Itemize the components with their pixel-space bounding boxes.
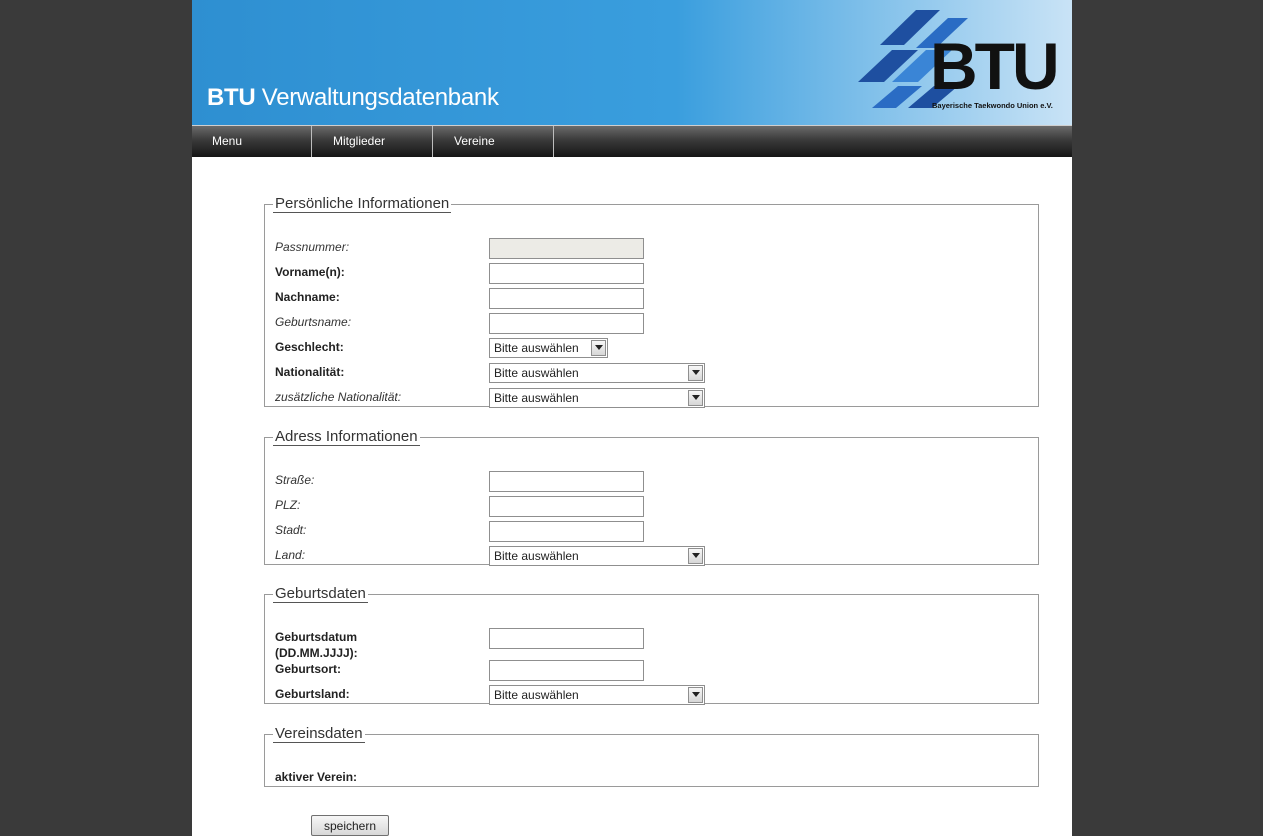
label-geschlecht: Geschlecht:: [275, 340, 344, 354]
label-geburtsort: Geburtsort:: [275, 662, 341, 676]
save-button[interactable]: speichern: [311, 815, 389, 836]
nationalitaet-select-value: Bitte auswählen: [494, 366, 579, 380]
label-aktiver-verein: aktiver Verein:: [275, 770, 358, 784]
address-info-section: Adress Informationen Straße: PLZ: Stadt:…: [264, 428, 1039, 566]
strasse-input[interactable]: [489, 471, 644, 492]
zusatz-nationalitaet-select[interactable]: Bitte auswählen: [489, 388, 705, 408]
label-stadt: Stadt:: [275, 523, 307, 537]
chevron-down-icon: [688, 548, 703, 564]
nav-item-mitglieder[interactable]: Mitglieder: [313, 126, 433, 157]
section-legend-address: Adress Informationen: [273, 428, 420, 446]
label-geburtsland: Geburtsland:: [275, 687, 350, 701]
nachname-input[interactable]: [489, 288, 644, 309]
label-geburtsdatum-format: (DD.MM.JJJJ):: [275, 646, 358, 660]
geburtsland-select[interactable]: Bitte auswählen: [489, 685, 705, 705]
geburtsort-input[interactable]: [489, 660, 644, 681]
label-zusatz-nationalitaet: zusätzliche Nationalität:: [275, 390, 402, 404]
geburtsname-input[interactable]: [489, 313, 644, 334]
label-land: Land:: [275, 548, 306, 562]
personal-info-section: Persönliche Informationen Passnummer: Vo…: [264, 195, 1039, 408]
geschlecht-select[interactable]: Bitte auswählen: [489, 338, 608, 358]
label-vorname: Vorname(n):: [275, 265, 345, 279]
section-legend-personal: Persönliche Informationen: [273, 195, 452, 213]
geburtsland-select-value: Bitte auswählen: [494, 688, 579, 702]
app-title-bold: BTU: [207, 84, 256, 111]
label-passnummer: Passnummer:: [275, 240, 350, 254]
main-nav: Menu Mitglieder Vereine: [192, 125, 1072, 157]
chevron-down-icon: [688, 365, 703, 381]
chevron-down-icon: [688, 687, 703, 703]
nationalitaet-select[interactable]: Bitte auswählen: [489, 363, 705, 383]
section-legend-birth: Geburtsdaten: [273, 585, 368, 603]
vorname-input[interactable]: [489, 263, 644, 284]
section-legend-club: Vereinsdaten: [273, 725, 365, 743]
page: BTU Verwaltungsdatenbank BTU Bayerische …: [192, 0, 1072, 836]
passnummer-input: [489, 238, 644, 259]
birth-data-section: Geburtsdaten Geburtsdatum (DD.MM.JJJJ): …: [264, 585, 1039, 705]
header-banner: BTU Verwaltungsdatenbank BTU Bayerische …: [192, 0, 1072, 125]
stadt-input[interactable]: [489, 521, 644, 542]
label-nachname: Nachname:: [275, 290, 340, 304]
geburtsdatum-input[interactable]: [489, 628, 644, 649]
land-select[interactable]: Bitte auswählen: [489, 546, 705, 566]
logo-subtitle: Bayerische Taekwondo Union e.V.: [932, 101, 1053, 110]
app-title: BTU Verwaltungsdatenbank: [207, 84, 499, 112]
app-title-rest: Verwaltungsdatenbank: [255, 84, 499, 111]
land-select-value: Bitte auswählen: [494, 549, 579, 563]
club-data-section: Vereinsdaten aktiver Verein:: [264, 725, 1039, 787]
zusatz-nationalitaet-select-value: Bitte auswählen: [494, 391, 579, 405]
chevron-down-icon: [688, 390, 703, 406]
label-nationalitaet: Nationalität:: [275, 365, 345, 379]
label-plz: PLZ:: [275, 498, 301, 512]
geschlecht-select-value: Bitte auswählen: [494, 341, 579, 355]
nav-item-menu[interactable]: Menu: [192, 126, 312, 157]
plz-input[interactable]: [489, 496, 644, 517]
chevron-down-icon: [591, 340, 606, 356]
nav-item-vereine[interactable]: Vereine: [434, 126, 554, 157]
label-geburtsdatum: Geburtsdatum: [275, 630, 358, 644]
label-geburtsname: Geburtsname:: [275, 315, 352, 329]
label-strasse: Straße:: [275, 473, 315, 487]
logo-text: BTU: [930, 29, 1060, 103]
